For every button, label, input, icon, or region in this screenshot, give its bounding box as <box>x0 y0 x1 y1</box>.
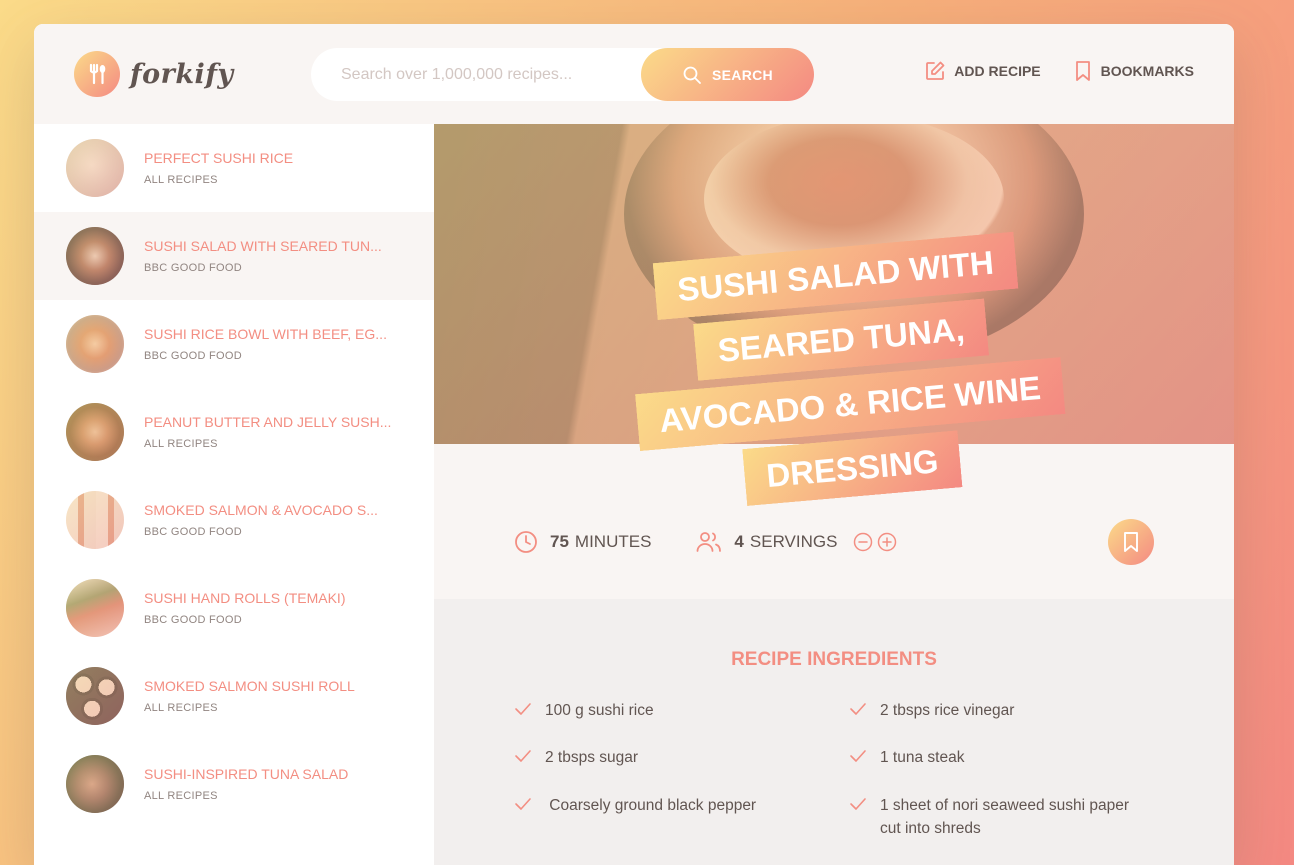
result-item[interactable]: SUSHI-INSPIRED TUNA SALAD ALL RECIPES <box>34 740 434 828</box>
search-icon <box>682 65 702 85</box>
ingredient-text: 2 tbsps sugar <box>545 749 639 767</box>
recipe-details: 75 MINUTES 4 SERVINGS <box>514 519 1154 565</box>
result-publisher: BBC GOOD FOOD <box>144 350 243 362</box>
ingredient-text: 1 sheet of nori seaweed sushi paper cut … <box>880 796 1130 837</box>
recipe-thumbnail <box>66 755 124 813</box>
check-icon <box>849 702 867 716</box>
result-publisher: BBC GOOD FOOD <box>144 614 243 626</box>
app-container: forkify SEARCH <box>34 24 1234 865</box>
result-publisher: ALL RECIPES <box>144 174 218 186</box>
recipe-ingredients: RECIPE INGREDIENTS 100 g sushi rice 2 tb… <box>434 599 1234 865</box>
result-title: SMOKED SALMON & AVOCADO S... <box>144 502 378 518</box>
ingredients-heading: RECIPE INGREDIENTS <box>731 649 937 670</box>
search-results: PERFECT SUSHI RICE ALL RECIPES SUSHI SAL… <box>34 124 434 865</box>
ingredient-text: 100 g sushi rice <box>545 702 654 719</box>
recipe-thumbnail <box>66 403 124 461</box>
result-item[interactable]: SMOKED SALMON & AVOCADO S... BBC GOOD FO… <box>34 476 434 564</box>
result-publisher: BBC GOOD FOOD <box>144 262 243 274</box>
result-item[interactable]: PEANUT BUTTER AND JELLY SUSH... ALL RECI… <box>34 388 434 476</box>
recipe-title: SUSHI SALAD WITH SEARED TUNA, AVOCADO & … <box>624 226 1065 519</box>
search-form: SEARCH <box>311 48 814 101</box>
ingredient-item: 100 g sushi rice <box>514 699 849 722</box>
result-item[interactable]: SMOKED SALMON SUSHI ROLL ALL RECIPES <box>34 652 434 740</box>
result-title: SUSHI-INSPIRED TUNA SALAD <box>144 766 349 782</box>
check-icon <box>514 797 532 811</box>
ingredient-item: 1 sheet of nori seaweed sushi paper cut … <box>849 794 1154 841</box>
cooking-time: 75 MINUTES <box>514 530 651 554</box>
bookmark-recipe-button[interactable] <box>1108 519 1154 565</box>
result-title: PEANUT BUTTER AND JELLY SUSH... <box>144 414 392 430</box>
main-nav: ADD RECIPE BOOKMARKS <box>892 60 1194 82</box>
cooking-time-value: 75 <box>550 532 569 551</box>
result-publisher: BBC GOOD FOOD <box>144 526 243 538</box>
ingredient-list: 100 g sushi rice 2 tbsps rice vinegar 2 … <box>514 699 1154 840</box>
app-name: forkify <box>130 58 234 90</box>
recipe-thumbnail <box>66 667 124 725</box>
recipe-thumbnail <box>66 491 124 549</box>
servings: 4 SERVINGS <box>696 530 897 554</box>
recipe-thumbnail <box>66 227 124 285</box>
result-item[interactable]: SUSHI SALAD WITH SEARED TUN... BBC GOOD … <box>34 212 434 300</box>
users-icon <box>696 530 722 554</box>
ingredient-text: 2 tbsps rice vinegar <box>880 702 1015 719</box>
add-recipe-button[interactable]: ADD RECIPE <box>924 60 1041 82</box>
recipe-thumbnail <box>66 315 124 373</box>
ingredient-text: Coarsely ground black pepper <box>545 796 757 814</box>
ingredient-item: Coarsely ground black pepper <box>514 794 849 841</box>
result-publisher: ALL RECIPES <box>144 790 218 802</box>
bookmark-icon <box>1073 60 1093 82</box>
recipe-view: SUSHI SALAD WITH SEARED TUNA, AVOCADO & … <box>434 124 1234 865</box>
edit-icon <box>924 60 946 82</box>
ingredient-text: 1 tuna steak <box>880 749 965 767</box>
check-icon <box>849 797 867 811</box>
logo[interactable]: forkify <box>74 51 234 97</box>
result-item[interactable]: PERFECT SUSHI RICE ALL RECIPES <box>34 124 434 212</box>
result-title: SUSHI SALAD WITH SEARED TUN... <box>144 238 382 254</box>
recipe-thumbnail <box>66 139 124 197</box>
search-button-label: SEARCH <box>712 66 773 83</box>
result-publisher: ALL RECIPES <box>144 702 218 714</box>
fork-spoon-icon <box>74 51 120 97</box>
bookmarks-button[interactable]: BOOKMARKS <box>1073 60 1194 82</box>
servings-unit: SERVINGS <box>749 532 838 551</box>
result-publisher: ALL RECIPES <box>144 438 218 450</box>
ingredient-item: 1 tuna steak <box>849 746 1154 769</box>
recipe-thumbnail <box>66 579 124 637</box>
bookmarks-label: BOOKMARKS <box>1100 63 1194 79</box>
check-icon <box>849 749 867 763</box>
result-item[interactable]: SUSHI RICE BOWL WITH BEEF, EG... BBC GOO… <box>34 300 434 388</box>
cooking-time-unit: MINUTES <box>574 532 652 551</box>
decrease-servings-button[interactable] <box>853 532 873 552</box>
increase-servings-button[interactable] <box>877 532 897 552</box>
ingredient-item: 2 tbsps sugar <box>514 746 849 769</box>
check-icon <box>514 702 532 716</box>
result-title: PERFECT SUSHI RICE <box>144 150 294 166</box>
check-icon <box>514 749 532 763</box>
clock-icon <box>514 530 538 554</box>
bookmark-icon <box>1121 531 1141 553</box>
add-recipe-label: ADD RECIPE <box>954 63 1041 79</box>
result-title: SUSHI RICE BOWL WITH BEEF, EG... <box>144 326 387 342</box>
search-input[interactable] <box>341 65 661 84</box>
servings-value: 4 <box>734 532 744 551</box>
result-title: SUSHI HAND ROLLS (TEMAKI) <box>144 590 346 606</box>
result-item[interactable]: SUSHI HAND ROLLS (TEMAKI) BBC GOOD FOOD <box>34 564 434 652</box>
result-title: SMOKED SALMON SUSHI ROLL <box>144 678 355 694</box>
ingredient-item: 2 tbsps rice vinegar <box>849 699 1154 722</box>
search-button[interactable]: SEARCH <box>641 48 814 101</box>
header: forkify SEARCH <box>34 24 1234 124</box>
